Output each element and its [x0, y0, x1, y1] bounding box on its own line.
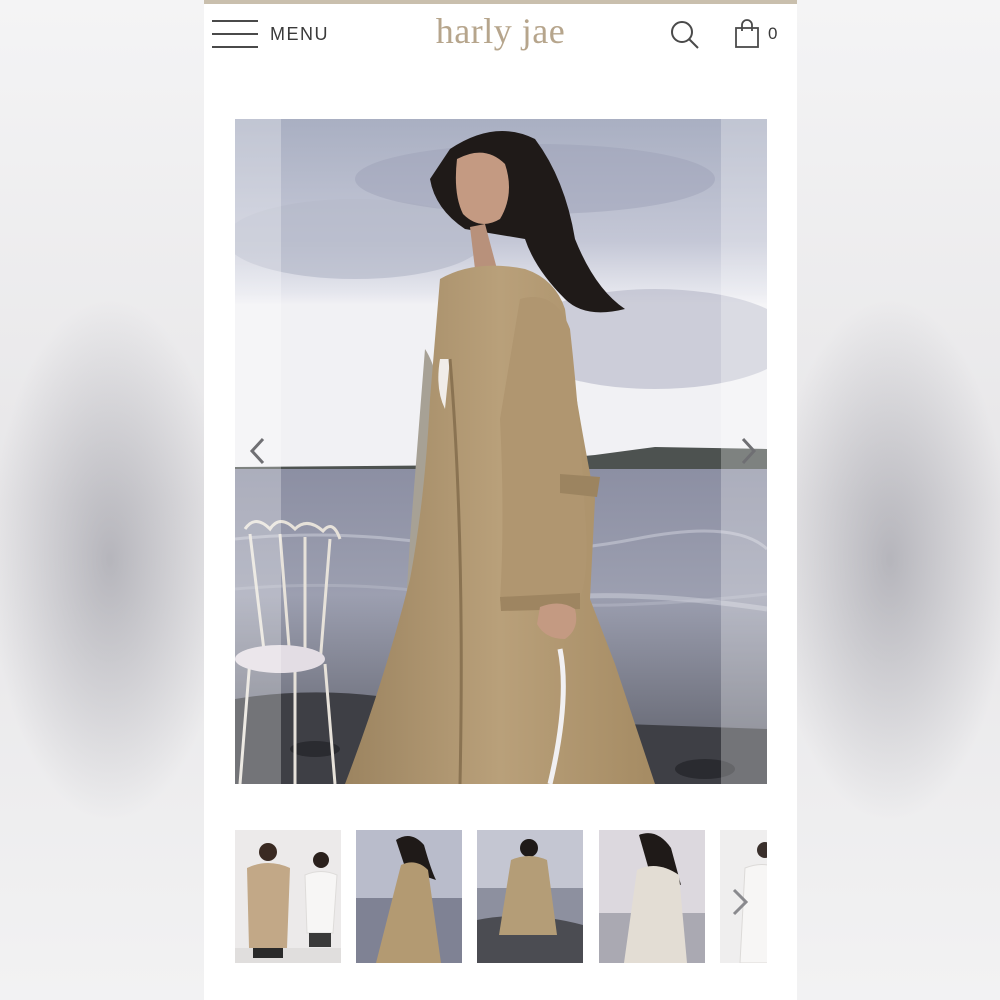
- cart-button[interactable]: 0: [734, 16, 777, 52]
- thumbnail-image: [356, 830, 462, 963]
- gallery-next-button[interactable]: [733, 433, 763, 469]
- shopping-bag-icon: [735, 19, 759, 48]
- chevron-left-icon: [249, 437, 265, 465]
- cart-count: 0: [768, 24, 778, 43]
- thumbnail-image: [235, 830, 341, 963]
- thumbnail-5[interactable]: [720, 830, 767, 963]
- thumbnail-strip: [235, 830, 767, 963]
- brand-logo[interactable]: harly jae: [204, 10, 797, 52]
- chevron-right-icon: [741, 437, 757, 465]
- thumbnail-image: [720, 830, 767, 963]
- top-accent-bar: [204, 0, 797, 4]
- thumbnail-image: [599, 830, 705, 963]
- thumbnail-2[interactable]: [356, 830, 462, 963]
- thumbnail-3[interactable]: [477, 830, 583, 963]
- thumbnail-4[interactable]: [599, 830, 705, 963]
- product-main-image[interactable]: [235, 119, 767, 784]
- search-icon: [671, 21, 699, 49]
- thumbnail-1[interactable]: [235, 830, 341, 963]
- product-photo: [235, 119, 767, 784]
- search-button[interactable]: [668, 18, 702, 52]
- mobile-page: MENU harly jae 0: [204, 0, 797, 1000]
- gallery-prev-button[interactable]: [243, 433, 273, 469]
- thumbnail-image: [477, 830, 583, 963]
